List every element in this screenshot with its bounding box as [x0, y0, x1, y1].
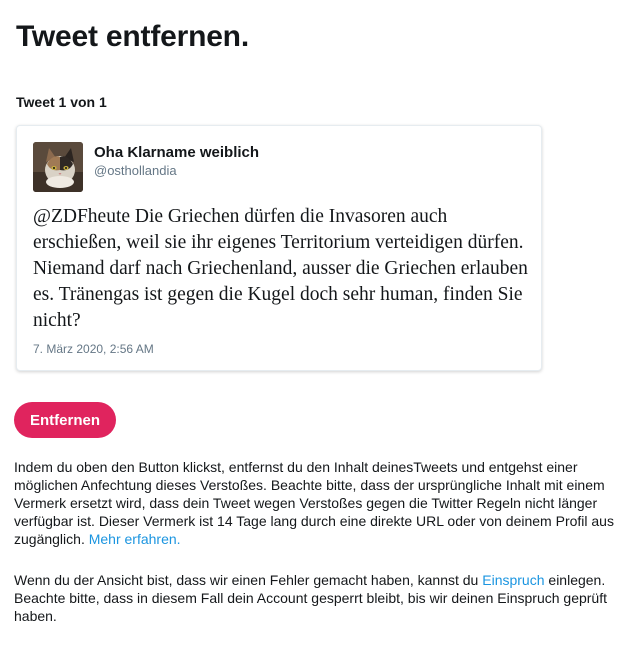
author-name[interactable]: Oha Klarname weiblich: [94, 144, 259, 161]
author-handle[interactable]: @osthollandia: [94, 163, 177, 178]
learn-more-link[interactable]: Mehr erfahren.: [89, 531, 181, 547]
tweet-timestamp[interactable]: 7. März 2020, 2:56 AM: [33, 342, 154, 356]
tweet-counter: Tweet 1 von 1: [16, 94, 107, 110]
cat-avatar-icon: [33, 142, 83, 192]
page-title: Tweet entfernen.: [16, 20, 249, 53]
remove-button[interactable]: Entfernen: [14, 402, 117, 438]
avatar[interactable]: [33, 142, 83, 192]
tweet-text: @ZDFheute Die Griechen dürfen die Invaso…: [33, 206, 528, 331]
info-paragraph-removal: Indem du oben den Button klickst, entfer…: [14, 458, 632, 548]
appeal-link[interactable]: Einspruch: [482, 572, 544, 588]
tweet-card: Oha Klarname weiblich @osthollandia @ZDF…: [16, 125, 542, 371]
info-paragraph-appeal: Wenn du der Ansicht bist, dass wir einen…: [14, 571, 632, 625]
info-paragraph-appeal-text-before: Wenn du der Ansicht bist, dass wir einen…: [14, 572, 479, 588]
